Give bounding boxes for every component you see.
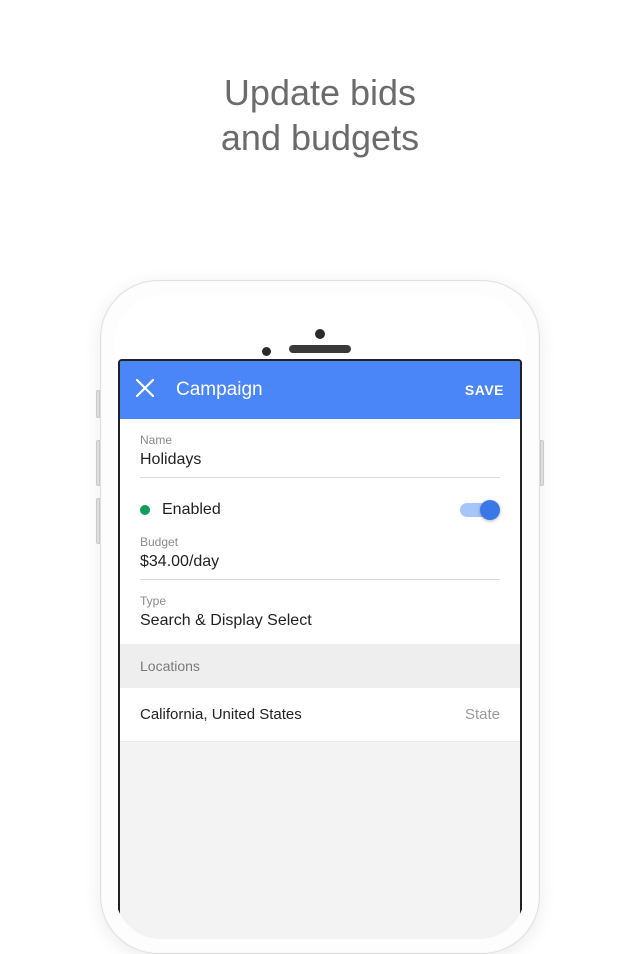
close-button[interactable] xyxy=(136,379,160,401)
phone-screen: Campaign SAVE Name Holidays Enabled xyxy=(118,359,522,939)
close-icon xyxy=(136,379,154,397)
locations-header: Locations xyxy=(120,644,520,688)
save-button[interactable]: SAVE xyxy=(465,382,504,398)
budget-label: Budget xyxy=(140,535,500,549)
status-text: Enabled xyxy=(162,501,460,519)
app-bar: Campaign SAVE xyxy=(120,361,520,419)
headline-line2: and budgets xyxy=(0,115,640,160)
type-value: Search & Display Select xyxy=(140,612,500,638)
name-label: Name xyxy=(140,433,500,447)
location-type: State xyxy=(465,706,500,723)
enabled-toggle[interactable] xyxy=(460,500,500,520)
phone-camera xyxy=(315,329,325,339)
location-row[interactable]: California, United States State xyxy=(120,688,520,742)
status-row: Enabled xyxy=(140,492,500,535)
app-bar-title: Campaign xyxy=(160,379,465,401)
phone-proximity-sensor xyxy=(262,347,271,356)
status-dot-icon xyxy=(140,505,150,515)
type-label: Type xyxy=(140,594,500,608)
power-button xyxy=(540,440,544,486)
phone-speaker xyxy=(289,345,351,353)
budget-input[interactable]: $34.00/day xyxy=(140,553,500,580)
campaign-form: Name Holidays Enabled Budget $34.00/day … xyxy=(120,419,520,644)
name-input[interactable]: Holidays xyxy=(140,451,500,478)
headline-line1: Update bids xyxy=(0,70,640,115)
empty-space xyxy=(120,742,520,939)
location-name: California, United States xyxy=(140,706,465,723)
page-headline: Update bids and budgets xyxy=(0,70,640,160)
